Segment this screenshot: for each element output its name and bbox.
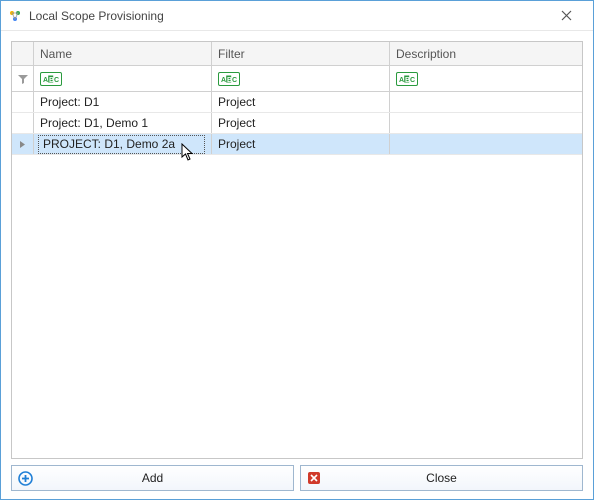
abc-icon: A B C — [396, 72, 418, 86]
cell-filter[interactable]: Project — [212, 134, 390, 154]
svg-text:A: A — [221, 77, 226, 83]
grid-header-row: Name Filter Description — [12, 42, 582, 66]
table-row[interactable]: PROJECT: D1, Demo 2a Project — [12, 134, 582, 155]
grid-filter-row: A B C A B C — [12, 66, 582, 92]
cell-description[interactable] — [390, 92, 582, 112]
client-area: Name Filter Description — [1, 31, 593, 499]
svg-text:C: C — [410, 77, 415, 83]
window-close-button[interactable] — [545, 4, 587, 28]
svg-text:C: C — [54, 77, 59, 83]
column-header-description[interactable]: Description — [390, 42, 582, 65]
plus-circle-icon — [17, 470, 33, 486]
grid-body: Project: D1 Project Project: D1, Demo 1 — [12, 92, 582, 458]
funnel-icon — [17, 73, 29, 85]
cell-description[interactable] — [390, 113, 582, 133]
cell-filter-value: Project — [218, 95, 255, 109]
cell-filter[interactable]: Project — [212, 92, 390, 112]
close-button[interactable]: Close — [300, 465, 583, 491]
window-title: Local Scope Provisioning — [29, 9, 164, 23]
close-icon — [561, 10, 572, 21]
titlebar: Local Scope Provisioning — [1, 1, 593, 31]
table-row[interactable]: Project: D1, Demo 1 Project — [12, 113, 582, 134]
row-arrow-icon — [19, 140, 26, 149]
row-indicator — [12, 113, 34, 133]
abc-icon: A B C — [40, 72, 62, 86]
scope-icon — [7, 8, 23, 24]
data-grid[interactable]: Name Filter Description — [11, 41, 583, 459]
close-button-label: Close — [426, 471, 457, 485]
cell-filter-value: Project — [218, 137, 255, 151]
cell-name-value: PROJECT: D1, Demo 2a — [38, 135, 205, 154]
cell-filter[interactable]: Project — [212, 113, 390, 133]
cancel-icon — [306, 470, 322, 486]
cell-name[interactable]: Project: D1 — [34, 92, 212, 112]
column-header-description-label: Description — [396, 47, 456, 61]
column-header-filter[interactable]: Filter — [212, 42, 390, 65]
filter-cell-name[interactable]: A B C — [34, 66, 212, 91]
table-row[interactable]: Project: D1 Project — [12, 92, 582, 113]
abc-icon: A B C — [218, 72, 240, 86]
cell-description[interactable] — [390, 134, 582, 154]
cell-name-value: Project: D1 — [40, 95, 99, 109]
add-button[interactable]: Add — [11, 465, 294, 491]
add-button-label: Add — [142, 471, 163, 485]
button-bar: Add Close — [11, 465, 583, 491]
column-header-filter-label: Filter — [218, 47, 245, 61]
svg-text:C: C — [232, 77, 237, 83]
grid-header-indicator — [12, 42, 34, 65]
cell-name[interactable]: PROJECT: D1, Demo 2a — [34, 134, 212, 154]
filter-row-indicator[interactable] — [12, 66, 34, 91]
column-header-name-label: Name — [40, 47, 72, 61]
filter-cell-filter[interactable]: A B C — [212, 66, 390, 91]
dialog-window: Local Scope Provisioning Name Filter Des… — [0, 0, 594, 500]
svg-text:A: A — [399, 77, 404, 83]
svg-text:A: A — [43, 77, 48, 83]
cell-name[interactable]: Project: D1, Demo 1 — [34, 113, 212, 133]
filter-cell-description[interactable]: A B C — [390, 66, 582, 91]
cell-filter-value: Project — [218, 116, 255, 130]
row-indicator — [12, 134, 34, 154]
cell-name-value: Project: D1, Demo 1 — [40, 116, 148, 130]
column-header-name[interactable]: Name — [34, 42, 212, 65]
row-indicator — [12, 92, 34, 112]
